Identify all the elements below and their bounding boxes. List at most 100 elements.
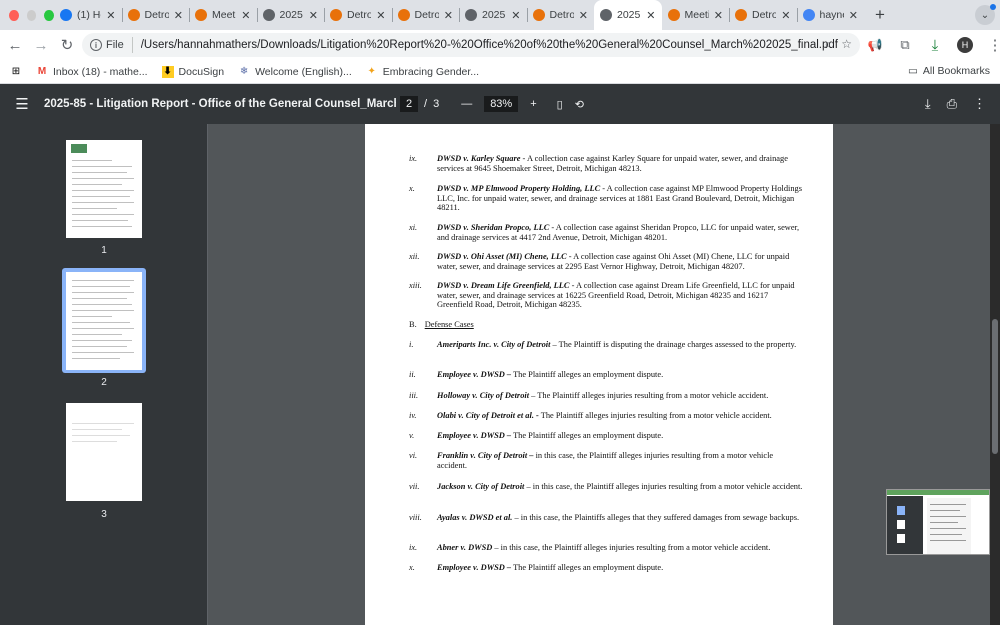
all-bookmarks-label: All Bookmarks <box>922 65 990 77</box>
close-tab-icon[interactable]: ✕ <box>511 9 520 22</box>
case-number: iii. <box>409 391 419 400</box>
bookmark-embracing[interactable]: ✦ Embracing Gender... <box>366 65 480 78</box>
tab-1[interactable]: (1) Ho ✕ <box>54 0 122 30</box>
reload-button[interactable]: ↻ <box>54 32 80 58</box>
bookmark-inbox[interactable]: M Inbox (18) - mathe... <box>36 66 148 78</box>
close-tab-icon[interactable]: ✕ <box>309 9 318 22</box>
case-item: ii. Employee v. DWSD – The Plaintiff alle… <box>409 370 803 380</box>
window-preview[interactable] <box>886 489 990 555</box>
case-item: i. Ameriparts Inc. v. City of Detroit – T… <box>409 340 803 350</box>
all-bookmarks-button[interactable]: ▭ All Bookmarks <box>908 65 990 77</box>
tab-title: (1) Ho <box>77 9 101 21</box>
extensions-button[interactable]: ⧉ <box>892 32 918 58</box>
pdf-viewer[interactable]: ix. DWSD v. Karley Square - A collection … <box>208 124 990 625</box>
bookmark-welcome[interactable]: ❄ Welcome (English)... <box>238 66 352 78</box>
grammarly-icon <box>667 9 680 21</box>
close-tab-icon[interactable]: ✕ <box>714 9 723 22</box>
case-item: ix. Abner v. DWSD – in this case, the Pla… <box>409 543 803 553</box>
pdf-scrollbar[interactable] <box>990 124 1000 625</box>
bookmark-star-icon[interactable]: ☆ <box>841 37 852 52</box>
tab-5[interactable]: Detro ✕ <box>324 0 392 30</box>
pdf-page: ix. DWSD v. Karley Square - A collection … <box>365 124 833 625</box>
close-tab-icon[interactable]: ✕ <box>849 9 858 22</box>
case-name: Franklin v. City of Detroit – <box>437 451 534 460</box>
folder-icon: ▭ <box>907 65 918 77</box>
new-tab-button[interactable]: + <box>868 5 892 25</box>
downloads-button[interactable]: ⤓ <box>922 32 948 58</box>
tab-12[interactable]: hayne ✕ <box>796 0 865 30</box>
address-bar[interactable]: i File /Users/hannahmathers/Downloads/Li… <box>82 33 860 57</box>
case-number: vii. <box>409 482 420 491</box>
sparkle-icon: ✦ <box>367 66 376 77</box>
tab-3[interactable]: Meeti ✕ <box>189 0 257 30</box>
case-item: v. Employee v. DWSD – The Plaintiff alleg… <box>409 431 803 441</box>
tab-7[interactable]: 2025 ✕ <box>459 0 527 30</box>
case-item: iv. Olabi v. City of Detroit et al. - The… <box>409 411 803 421</box>
zoom-icon[interactable]: ⌕ <box>825 37 832 52</box>
fit-page-button[interactable]: ▯ <box>557 98 563 111</box>
megaphone-icon: 📢 <box>867 38 883 52</box>
page-selector: 2 / 3 <box>400 96 439 112</box>
hamburger-icon: ☰ <box>15 96 29 113</box>
site-info-chip[interactable]: i File <box>90 37 133 53</box>
url-text[interactable]: /Users/hannahmathers/Downloads/Litigatio… <box>141 39 838 51</box>
case-name: Olabi v. City of Detroit et al. - <box>437 411 539 420</box>
case-item: vi. Franklin v. City of Detroit – in this… <box>409 451 803 470</box>
tab-title: hayne <box>819 9 844 21</box>
scrollbar-thumb[interactable] <box>992 319 998 454</box>
rotate-button[interactable]: ⟲ <box>575 98 584 111</box>
back-button[interactable]: ← <box>2 32 28 58</box>
extension-megaphone-button[interactable]: 📢 <box>862 32 888 58</box>
tab-6[interactable]: Detro ✕ <box>391 0 460 30</box>
section-heading: B. Defense Cases <box>409 320 474 329</box>
case-name: DWSD v. MP Elmwood Property Holding, LLC <box>437 184 601 193</box>
kebab-menu-icon: ⋮ <box>987 37 1000 54</box>
download-icon: ⤓ <box>931 36 939 54</box>
forward-button[interactable]: → <box>28 32 54 58</box>
close-tab-icon[interactable]: ✕ <box>579 9 588 22</box>
close-tab-icon[interactable]: ✕ <box>781 9 790 22</box>
tab-8[interactable]: Detro ✕ <box>526 0 595 30</box>
close-tab-icon[interactable]: ✕ <box>241 9 250 22</box>
zoom-out-button[interactable]: — <box>461 98 472 110</box>
thumbnail-page-2[interactable] <box>66 272 142 370</box>
tab-9[interactable]: 2025 ✕ <box>594 0 662 30</box>
browser-toolbar: ← → ↻ i File /Users/hannahmathers/Downlo… <box>0 30 1000 60</box>
case-description: The Plaintiff alleges an employment disp… <box>511 563 664 572</box>
close-window-button[interactable] <box>9 9 19 21</box>
download-pdf-button[interactable]: ⤓ <box>925 96 931 112</box>
pdf-more-button[interactable]: ⋮ <box>973 96 986 112</box>
thumbnail-page-1[interactable] <box>66 140 142 238</box>
close-tab-icon[interactable]: ✕ <box>106 9 115 22</box>
thumbnail-label-1: 1 <box>101 245 107 256</box>
close-tab-icon[interactable]: ✕ <box>376 9 385 22</box>
close-tab-icon[interactable]: ✕ <box>444 9 453 22</box>
tab-4[interactable]: 2025 ✕ <box>256 0 325 30</box>
close-tab-icon[interactable]: ✕ <box>174 9 183 22</box>
pdf-sidebar-toggle[interactable]: ☰ <box>0 95 44 113</box>
page-number-input[interactable]: 2 <box>400 96 418 112</box>
thumbnail-page-3[interactable] <box>66 403 142 501</box>
zoom-window-button[interactable] <box>44 9 55 21</box>
zoom-in-button[interactable]: + <box>530 98 536 110</box>
puzzle-icon: ⧉ <box>900 37 910 52</box>
grammarly-icon <box>532 9 545 21</box>
apps-grid-icon[interactable]: ⊞ <box>10 66 22 78</box>
print-button[interactable]: ⎙ <box>947 96 957 112</box>
grammarly-icon <box>127 9 140 21</box>
tab-10[interactable]: Meeti ✕ <box>662 0 730 30</box>
case-item: xi. DWSD v. Sheridan Propco, LLC - A coll… <box>409 223 803 242</box>
tab-2[interactable]: Detro ✕ <box>121 0 190 30</box>
profile-button[interactable]: H <box>952 32 978 58</box>
case-number: x. <box>409 563 415 572</box>
minimize-window-button[interactable] <box>26 9 37 21</box>
close-tab-icon[interactable]: ✕ <box>646 9 655 22</box>
case-item: xiii. DWSD v. Dream Life Greenfield, LLC … <box>409 281 803 310</box>
zoom-level-input[interactable]: 83% <box>484 96 519 112</box>
tab-11[interactable]: Detro ✕ <box>729 0 797 30</box>
bookmark-docusign[interactable]: ⬇ DocuSign <box>161 65 224 78</box>
section-letter: B. <box>409 320 417 329</box>
case-name: Ameriparts Inc. v. City of Detroit <box>437 340 551 349</box>
bookmark-label: Embracing Gender... <box>382 65 480 78</box>
browser-menu-button[interactable]: ⋮ <box>982 32 1000 58</box>
